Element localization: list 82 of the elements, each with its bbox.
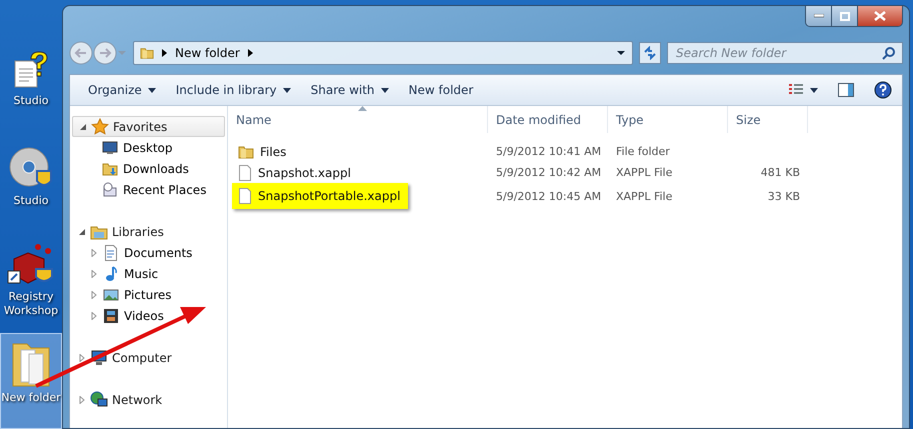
navigation-item[interactable]: Downloads <box>72 158 225 179</box>
date-cell-text: 5/9/2012 10:45 AM <box>495 190 602 202</box>
maximize-button[interactable] <box>832 6 858 26</box>
navigation-item[interactable]: Favorites <box>72 116 225 137</box>
navigation-item[interactable]: Recent Places <box>72 179 225 200</box>
document-icon <box>103 244 119 260</box>
picture-icon <box>103 286 119 302</box>
search-icon <box>882 46 896 60</box>
file-name[interactable]: Snapshot.xappl <box>228 162 488 183</box>
minimize-icon <box>814 14 824 18</box>
column-header[interactable]: Name <box>228 106 488 133</box>
icon-label: Registry Workshop <box>2 290 60 318</box>
help-icon <box>874 81 892 99</box>
file-name[interactable]: Files <box>228 141 488 162</box>
refresh-icon <box>643 46 657 60</box>
file-icon <box>238 188 252 204</box>
desktop-icon[interactable]: Studio <box>0 140 62 237</box>
navigation-item[interactable]: Computer <box>72 347 225 368</box>
star-icon <box>91 118 109 136</box>
close-icon <box>874 11 886 21</box>
date-cell-text: 5/9/2012 10:42 AM <box>495 166 602 179</box>
monitor-icon <box>102 140 118 156</box>
caret-icon <box>810 88 818 92</box>
download-folder-icon <box>102 160 118 176</box>
navigation-item[interactable]: Network <box>72 389 225 410</box>
toolbar-button[interactable]: Include in library <box>166 78 301 102</box>
caret-icon <box>282 88 291 92</box>
expand-arrow-icon[interactable] <box>90 290 98 298</box>
expand-arrow-icon[interactable] <box>90 312 98 320</box>
toolbar-button[interactable]: Organize <box>78 78 166 102</box>
navigation-item[interactable]: Pictures <box>72 284 225 305</box>
navigation-item[interactable]: Libraries <box>72 221 225 242</box>
icon-label: Studio <box>13 94 49 108</box>
navigation-item[interactable]: Videos <box>72 305 225 326</box>
breadcrumb-arrow-icon <box>248 49 253 57</box>
column-header[interactable]: Size <box>728 106 808 133</box>
column-header[interactable]: Type <box>608 106 728 133</box>
toolbar-button[interactable]: Share with <box>300 78 399 102</box>
refresh-button[interactable] <box>639 42 661 64</box>
toolbar-button[interactable]: New folder <box>398 78 484 102</box>
type-cell-text: XAPPL File <box>615 166 674 179</box>
collapse-arrow-icon[interactable] <box>78 228 86 236</box>
details-view-icon <box>788 83 804 97</box>
column-header[interactable]: Date modified <box>488 106 608 133</box>
folder-icon <box>140 46 154 60</box>
navigation-item[interactable]: Music <box>72 263 225 284</box>
search-field[interactable]: Search New folder <box>667 42 903 64</box>
desktop-icon[interactable]: Studio <box>0 45 62 141</box>
caret-icon <box>380 88 389 92</box>
expand-arrow-icon[interactable] <box>78 396 86 404</box>
preview-pane-icon <box>838 83 854 97</box>
expand-arrow-icon[interactable] <box>78 354 86 362</box>
close-button[interactable] <box>858 6 902 26</box>
navigation-item[interactable]: Desktop <box>72 137 225 158</box>
address-bar[interactable]: New folder <box>133 41 633 65</box>
folder-icon <box>238 144 254 160</box>
type-cell-text: File folder <box>615 145 671 158</box>
expand-arrow-icon[interactable] <box>90 270 98 278</box>
caret-icon <box>148 88 156 92</box>
dropdown-caret-icon[interactable] <box>616 49 626 57</box>
collapse-arrow-icon[interactable] <box>79 122 87 130</box>
recent-places-icon <box>102 182 118 198</box>
minimize-button[interactable] <box>806 6 832 26</box>
desktop-icon[interactable]: Registry Workshop <box>0 236 62 333</box>
network-icon <box>90 390 108 408</box>
date-cell-text: 5/9/2012 10:41 AM <box>495 145 602 158</box>
icon-label: Studio <box>13 194 49 208</box>
search-input[interactable]: Search New folder <box>674 45 882 61</box>
icon-label: New folder <box>1 390 61 405</box>
breadcrumb[interactable]: New folder <box>175 46 240 60</box>
breadcrumb-arrow-icon <box>162 49 167 57</box>
maximize-icon <box>840 12 850 20</box>
file-icon <box>238 164 252 180</box>
music-note-icon <box>103 266 119 282</box>
type-cell-text: XAPPL File <box>615 190 674 202</box>
film-icon <box>103 308 119 324</box>
navigation-item[interactable]: Documents <box>72 242 225 263</box>
highlighted-file-name[interactable]: SnapshotPortable.xappl <box>232 183 408 209</box>
sort-arrow-icon <box>358 106 366 111</box>
size-cell-text: 33 KB <box>766 190 801 202</box>
size-cell-text: 481 KB <box>760 166 801 179</box>
expand-arrow-icon[interactable] <box>90 248 98 256</box>
